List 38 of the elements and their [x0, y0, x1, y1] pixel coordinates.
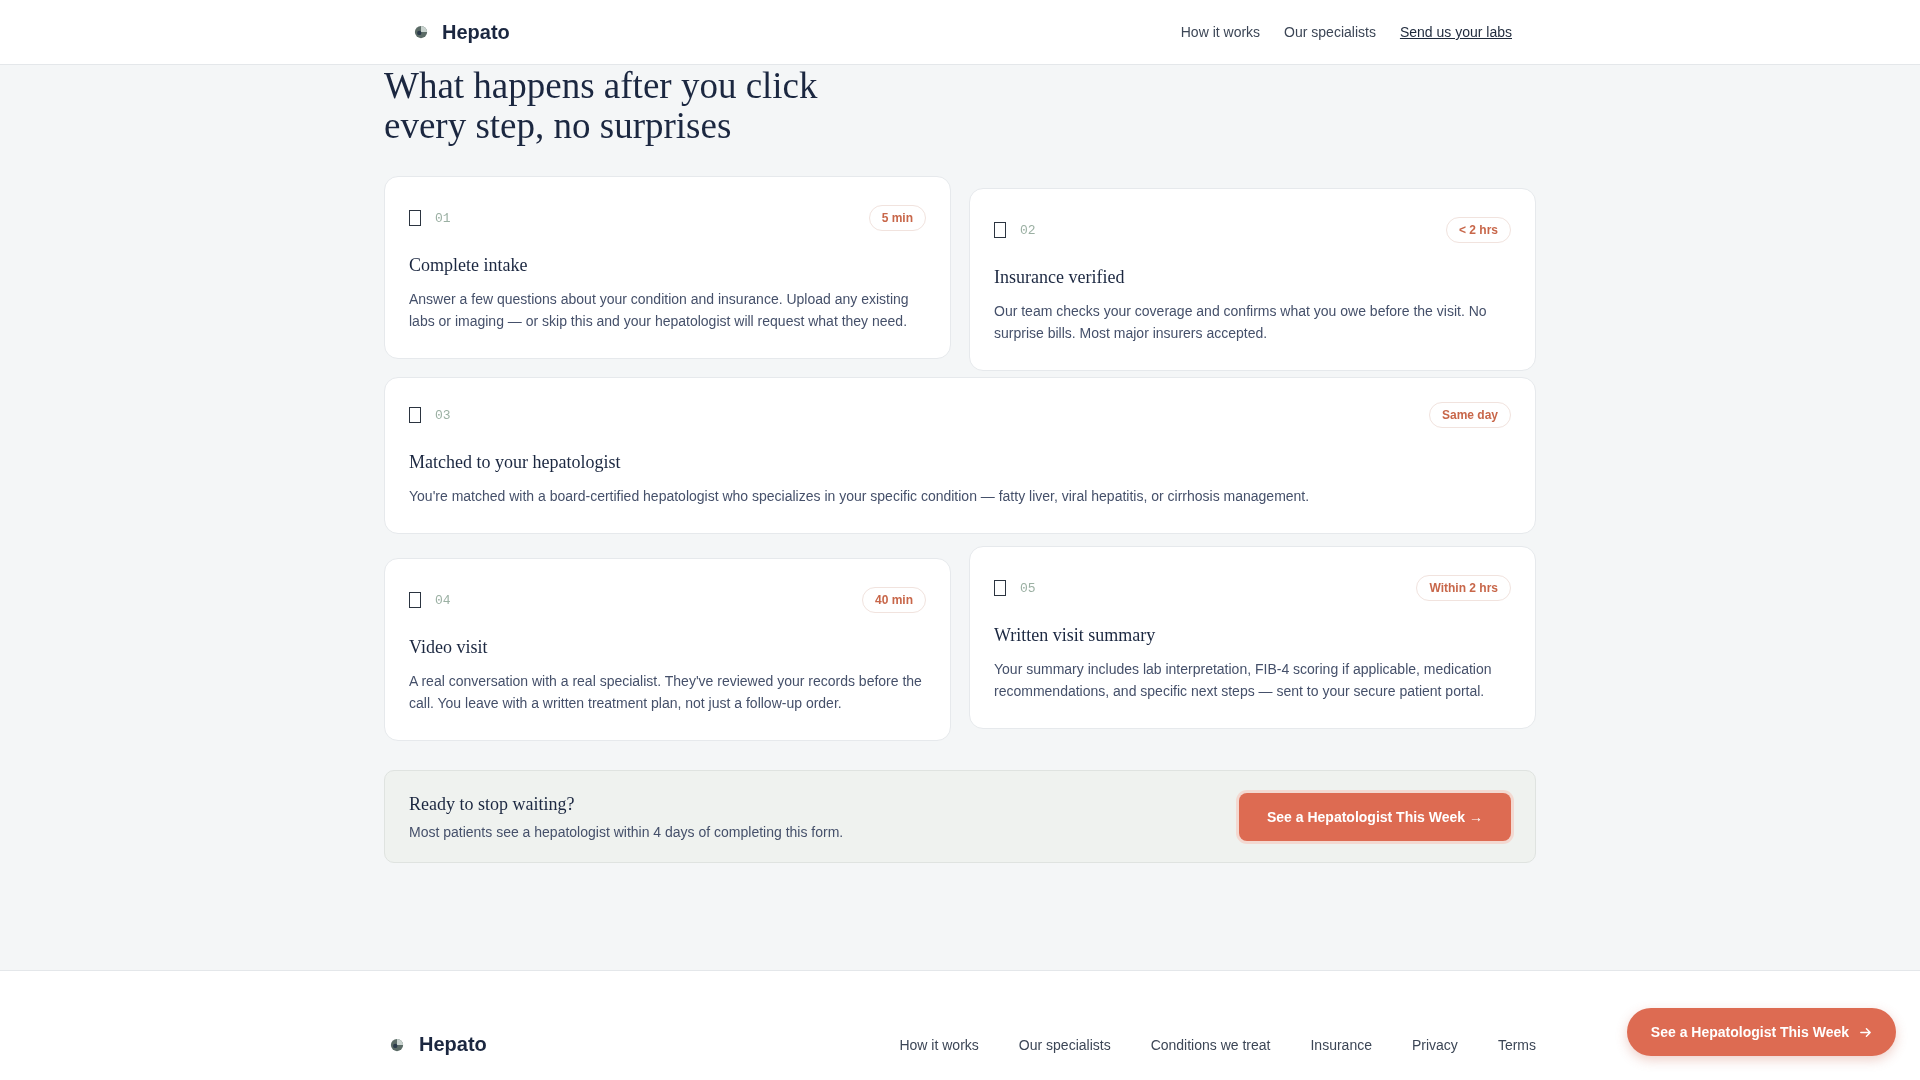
- cta-title: Ready to stop waiting?: [409, 793, 576, 815]
- nav-link[interactable]: Our specialists: [1284, 24, 1376, 40]
- logo-icon: [414, 25, 428, 39]
- square-icon: [994, 580, 1006, 596]
- square-icon: [409, 592, 421, 608]
- step-description: You're matched with a board-certified hepatologist who specializes in your specific condition — fatty liver, viral hepatitis, or cirrhosis management.: [409, 487, 1311, 506]
- footer-link[interactable]: How it works: [899, 1036, 979, 1053]
- step-title: Insurance verified: [994, 267, 1126, 288]
- step-title: Matched to your hepatologist: [409, 452, 622, 473]
- step-description: Our team checks your coverage and confirms what you owe before the visit. No surprise bills. Most major insurers accepted.: [994, 302, 1488, 343]
- cta-text: Most patients see a hepatologist within 4 days of completing this form.: [409, 823, 844, 840]
- footer-link[interactable]: Our specialists: [1018, 1036, 1111, 1053]
- step-number: 05: [1020, 580, 1036, 596]
- square-icon: [409, 210, 421, 226]
- arrow-icon: [1859, 1025, 1872, 1039]
- footer-link[interactable]: Conditions we treat: [1150, 1036, 1271, 1053]
- square-icon: [994, 222, 1006, 238]
- step-number: 03: [435, 407, 451, 423]
- section-heading: every step, no surprises: [384, 106, 732, 146]
- brand-name[interactable]: Hepato: [419, 1033, 487, 1056]
- footer-link[interactable]: Insurance: [1310, 1036, 1372, 1053]
- step-title: Complete intake: [409, 255, 529, 276]
- nav-link[interactable]: Send us your labs: [1399, 24, 1512, 40]
- footer-link[interactable]: Privacy: [1411, 1036, 1458, 1053]
- step-description: A real conversation with a real specialist. They've reviewed your records before the call. You leave with a written treatment plan, not just a follow-up order.: [409, 672, 923, 713]
- step-number: 04: [435, 592, 451, 608]
- step-description: Your summary includes lab interpretation, FIB-4 scoring if applicable, medication recommendations, and specific next steps — sent to your secure patient portal.: [994, 660, 1493, 701]
- logo-icon: [390, 1037, 404, 1052]
- step-number: 02: [1020, 222, 1036, 238]
- nav-link[interactable]: How it works: [1180, 24, 1261, 40]
- brand-name[interactable]: Hepato: [442, 20, 510, 44]
- footer-link[interactable]: Terms: [1497, 1036, 1536, 1053]
- step-title: Video visit: [409, 637, 489, 658]
- step-title: Written visit summary: [994, 625, 1157, 646]
- step-description: Answer a few questions about your condition and insurance. Upload any existing labs or imaging — or skip this and your hepatologist will request what they need.: [409, 290, 910, 331]
- square-icon: [409, 407, 421, 423]
- section-heading: What happens after you click: [384, 66, 818, 106]
- step-number: 01: [435, 210, 451, 226]
